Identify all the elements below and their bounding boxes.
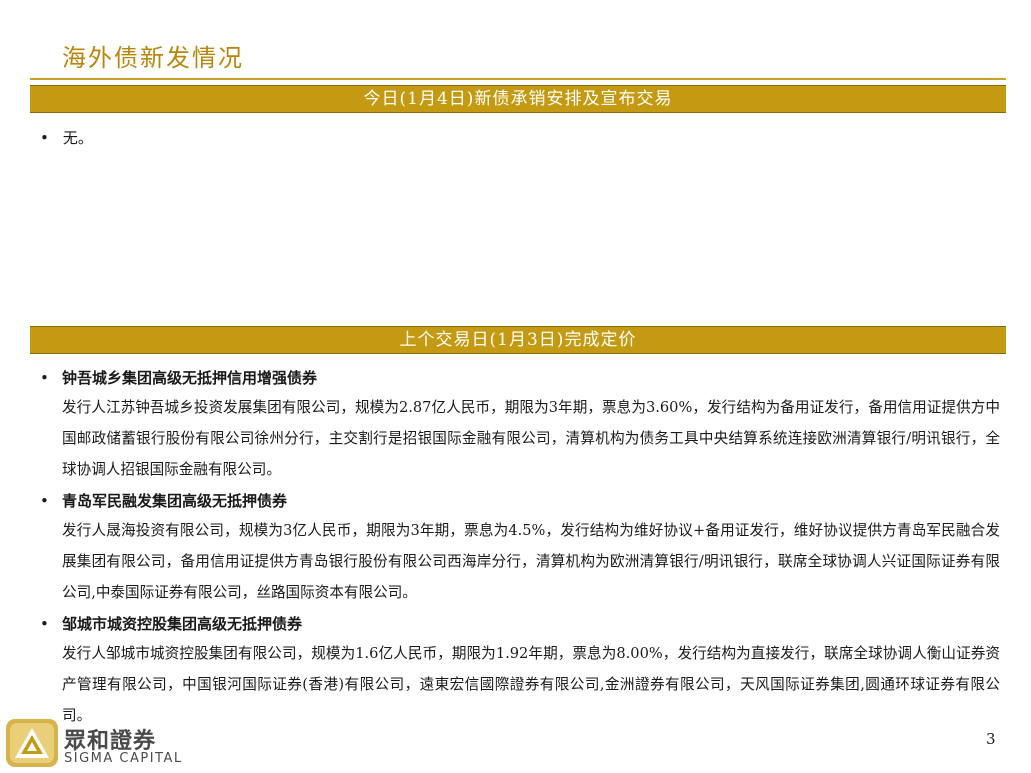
section-header-previous-day: 上个交易日(1月3日)完成定价 (30, 326, 1006, 354)
bond-detail: 发行人邹城市城资控股集团有限公司，规模为1.6亿人民币，期限为1.92年期，票息… (62, 645, 1000, 724)
bond-name: 钟吾城乡集团高级无抵押信用增强债券 (62, 369, 318, 387)
page-title: 海外债新发情况 (62, 44, 244, 72)
bond-item: • 邹城市城资控股集团高级无抵押债券 发行人邹城市城资控股集团有限公司，规模为1.… (40, 610, 1000, 731)
bond-item: • 青岛军民融发集团高级无抵押债券 发行人晟海投资有限公司，规模为3亿人民币，期限… (40, 487, 1000, 608)
bond-detail: 发行人江苏钟吾城乡投资发展集团有限公司，规模为2.87亿人民币，期限为3年期，票… (62, 399, 1000, 478)
today-item-text: 无。 (62, 129, 93, 147)
bond-name: 邹城市城资控股集团高级无抵押债券 (62, 615, 303, 633)
brand-name-en: SIGMA CAPITAL (64, 751, 183, 766)
title-rule (30, 78, 1006, 80)
today-list-item: • 无。 (40, 127, 93, 148)
bond-name: 青岛军民融发集团高级无抵押债券 (62, 492, 288, 510)
bond-detail: 发行人晟海投资有限公司，规模为3亿人民币，期限为3年期，票息为4.5%，发行结构… (62, 522, 1000, 601)
page-number: 3 (986, 730, 996, 748)
bond-list: • 钟吾城乡集团高级无抵押信用增强债券 发行人江苏钟吾城乡投资发展集团有限公司，规… (40, 364, 1000, 733)
bullet: • (40, 615, 49, 633)
section-header-today: 今日(1月4日)新债承销安排及宣布交易 (30, 85, 1006, 113)
bullet: • (40, 492, 49, 510)
sigma-capital-logo-icon (6, 719, 58, 767)
bullet: • (40, 369, 49, 387)
bullet: • (40, 129, 49, 147)
bond-item: • 钟吾城乡集团高级无抵押信用增强债券 发行人江苏钟吾城乡投资发展集团有限公司，规… (40, 364, 1000, 485)
